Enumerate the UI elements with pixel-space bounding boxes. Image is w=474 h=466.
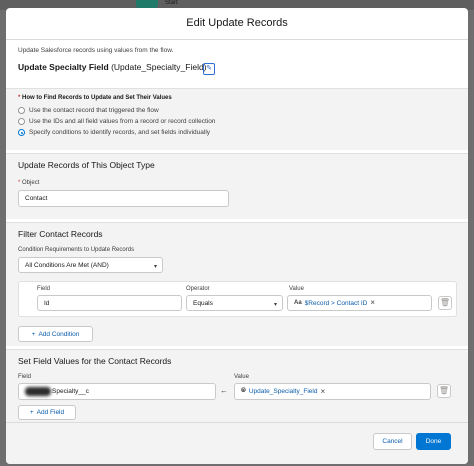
object-label: * Object — [18, 180, 40, 186]
delete-condition-button[interactable]: 🗑 — [438, 296, 452, 310]
remove-pill-icon[interactable]: × — [320, 387, 325, 396]
modal-footer: Cancel Done — [6, 422, 468, 464]
element-label: Update Specialty Field — [18, 62, 109, 72]
radio-button[interactable] — [18, 118, 25, 125]
how-to-find-section: * How to Find Records to Update and Set … — [6, 88, 468, 150]
add-condition-button[interactable]: + Add Condition — [18, 326, 93, 342]
section-title: Set Field Values for the Contact Records — [18, 356, 172, 366]
trash-icon: 🗑 — [439, 298, 451, 307]
value-pill-label[interactable]: Update_Specialty_Field — [249, 388, 318, 395]
arrow-left-icon: ← — [220, 386, 228, 395]
object-field[interactable]: Contact — [18, 190, 229, 207]
section-title: Update Records of This Object Type — [18, 160, 155, 170]
add-field-button[interactable]: + Add Field — [18, 405, 76, 420]
object-type-section: Update Records of This Object Type * Obj… — [6, 153, 468, 219]
plus-icon: + — [31, 330, 36, 338]
element-title: Update Specialty Field (Update_Specialty… — [18, 62, 207, 72]
modal-header: Edit Update Records — [6, 8, 468, 40]
condition-requirements-select[interactable]: All Conditions Are Met (AND) ▾ — [18, 257, 163, 273]
radio-button-selected[interactable] — [18, 129, 25, 136]
modal-body: Update Salesforce records using values f… — [6, 40, 468, 422]
start-node-icon — [136, 0, 158, 8]
condition-requirements-label: Condition Requirements to Update Records — [18, 247, 135, 253]
variable-resource-icon: ⦾ — [241, 388, 246, 394]
modal-title: Edit Update Records — [186, 17, 288, 29]
value-column-header: Value — [234, 374, 249, 380]
done-button[interactable]: Done — [416, 433, 451, 450]
filter-records-section: Filter Contact Records Condition Require… — [6, 222, 468, 346]
condition-row: Field Operator Value Id Equals ▾ Aa $Rec… — [18, 281, 457, 317]
chevron-down-icon: ▾ — [273, 302, 277, 308]
value-pill-label[interactable]: $Record > Contact ID — [305, 300, 368, 307]
field-column-header: Field — [18, 374, 32, 380]
set-field-values-section: Set Field Values for the Contact Records… — [6, 349, 468, 422]
pencil-icon: ✎ — [206, 65, 212, 72]
cancel-button[interactable]: Cancel — [373, 433, 412, 450]
edit-element-button[interactable]: ✎ — [203, 63, 215, 75]
start-node-label: Start — [165, 0, 178, 6]
section-title: Filter Contact Records — [18, 229, 103, 239]
condition-operator-select[interactable]: Equals ▾ — [186, 295, 283, 311]
plus-icon: + — [29, 409, 34, 416]
delete-assignment-button[interactable]: 🗑 — [437, 384, 451, 398]
remove-pill-icon[interactable]: × — [370, 299, 375, 307]
value-column-header: Value — [289, 286, 304, 292]
operator-column-header: Operator — [186, 286, 210, 292]
radio-label: Specify conditions to identify records, … — [29, 129, 211, 136]
assignment-value-input[interactable]: ⦾ Update_Specialty_Field × — [234, 383, 431, 400]
radio-option-triggering-record[interactable]: Use the contact record that triggered th… — [18, 106, 318, 116]
radio-option-specify-conditions[interactable]: Specify conditions to identify records, … — [18, 128, 318, 138]
redacted-text — [25, 387, 51, 396]
radio-label: Use the IDs and all field values from a … — [29, 118, 216, 125]
radio-option-ids-from-record[interactable]: Use the IDs and all field values from a … — [18, 117, 318, 127]
modal-description: Update Salesforce records using values f… — [18, 47, 174, 54]
condition-value-input[interactable]: Aa $Record > Contact ID × — [287, 295, 432, 311]
text-resource-icon: Aa — [294, 300, 302, 306]
field-column-header: Field — [37, 286, 51, 292]
edit-update-records-modal: Edit Update Records Update Salesforce re… — [6, 8, 468, 464]
condition-field-input[interactable]: Id — [37, 295, 182, 311]
trash-icon: 🗑 — [438, 386, 450, 395]
assignment-field-input[interactable]: Specialty__c — [18, 383, 216, 400]
element-api-name: (Update_Specialty_Field) — [111, 62, 207, 72]
how-to-find-label: * How to Find Records to Update and Set … — [18, 95, 172, 101]
radio-label: Use the contact record that triggered th… — [29, 107, 159, 114]
chevron-down-icon: ▾ — [153, 264, 157, 270]
radio-button[interactable] — [18, 107, 25, 114]
